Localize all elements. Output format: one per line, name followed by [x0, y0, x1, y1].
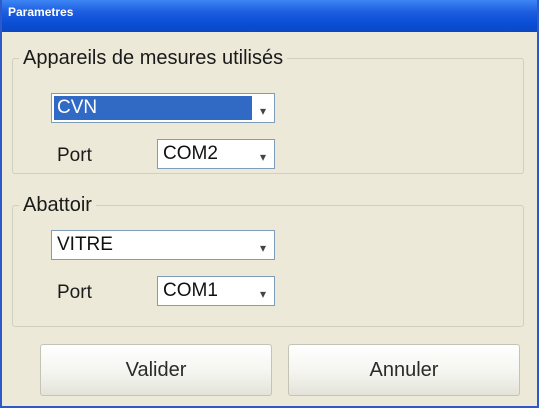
slaughterhouse-select-value: VITRE	[57, 234, 113, 255]
device-port-label: Port	[57, 145, 92, 166]
devices-groupbox: Appareils de mesures utilisés CVN ▾ Port…	[12, 47, 524, 174]
parameters-dialog: Parametres Appareils de mesures utilisés…	[0, 0, 539, 408]
device-port-select[interactable]: COM2 ▾	[157, 139, 275, 169]
cancel-button[interactable]: Annuler	[288, 344, 520, 396]
slaughterhouse-port-select[interactable]: COM1 ▾	[157, 276, 275, 306]
slaughterhouse-port-value: COM1	[163, 280, 218, 301]
chevron-down-icon[interactable]: ▾	[254, 142, 272, 166]
window-title: Parametres	[8, 5, 74, 19]
chevron-down-icon[interactable]: ▾	[254, 96, 272, 120]
title-bar[interactable]: Parametres	[2, 0, 537, 32]
device-select[interactable]: CVN ▾	[51, 93, 275, 123]
device-port-value: COM2	[163, 143, 218, 164]
devices-group-label: Appareils de mesures utilisés	[19, 47, 288, 70]
chevron-down-icon[interactable]: ▾	[254, 279, 272, 303]
slaughterhouse-port-label: Port	[57, 282, 92, 303]
slaughterhouse-group-label: Abattoir	[19, 194, 96, 217]
device-select-value: CVN	[57, 97, 98, 118]
chevron-down-icon[interactable]: ▾	[254, 233, 272, 257]
validate-button[interactable]: Valider	[40, 344, 272, 396]
slaughterhouse-select[interactable]: VITRE ▾	[51, 230, 275, 260]
slaughterhouse-groupbox: Abattoir VITRE ▾ Port COM1 ▾	[12, 194, 524, 327]
